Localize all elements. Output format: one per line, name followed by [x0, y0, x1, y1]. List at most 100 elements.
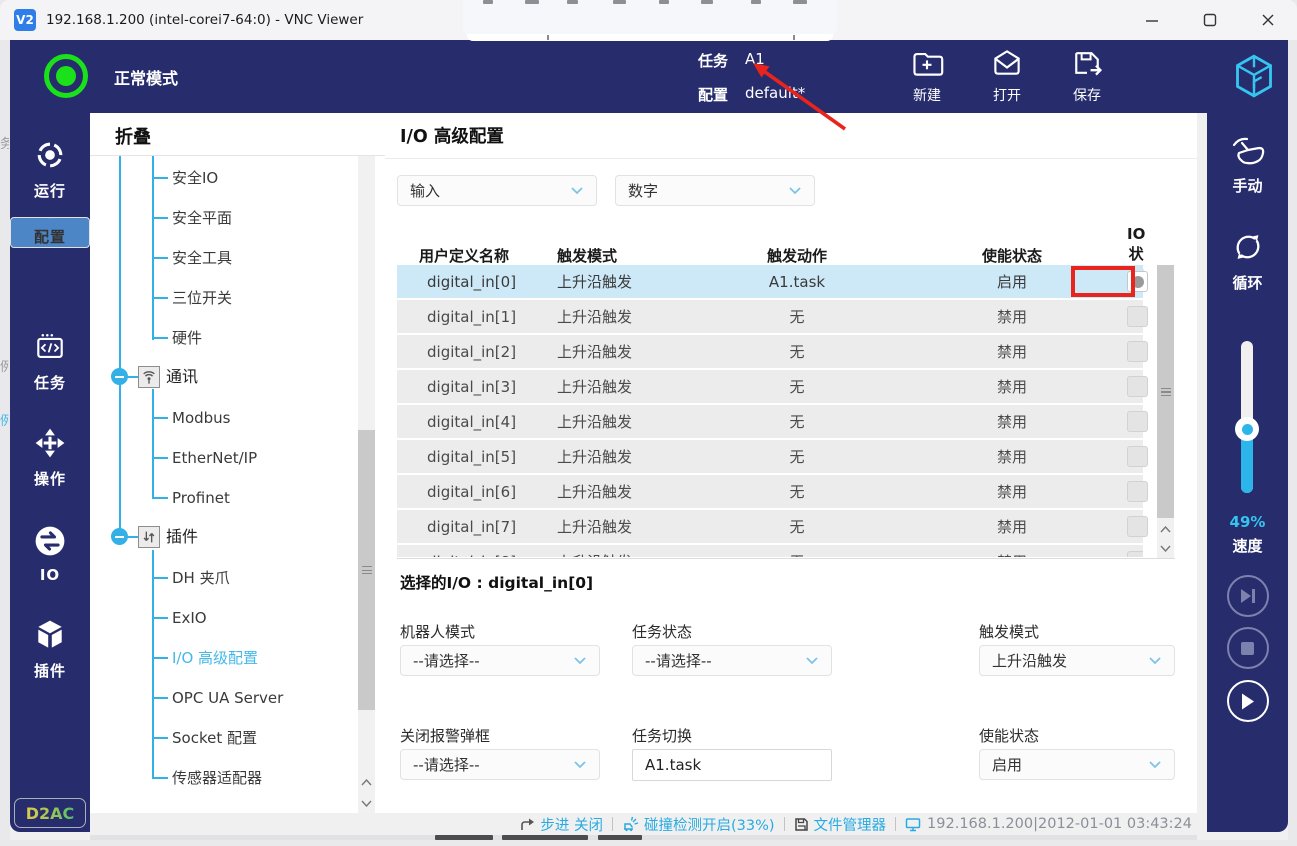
stop-button[interactable]	[1227, 627, 1269, 669]
config-tree-panel: 折叠 安全IO 安全平面 安全工具 三位开关 硬件 通讯 Modbus E	[90, 113, 385, 813]
separator	[784, 817, 785, 831]
tree-item-io-advanced-config[interactable]: I/O 高级配置	[172, 647, 258, 669]
table-scrollbar-thumb[interactable]	[1157, 265, 1174, 518]
toolbar-icon-fragment	[793, 0, 807, 4]
io-advanced-config-panel: I/O 高级配置 输入 数字 用户定义名称 触发模式 触发动作 使能状态 IO状…	[385, 113, 1197, 813]
robot-mode-select[interactable]: --请选择--	[400, 645, 600, 676]
collision-detection-status[interactable]: 碰撞检测开启(33%)	[622, 814, 775, 835]
io-state-indicator-off	[1127, 551, 1143, 557]
open-button[interactable]: 打开	[972, 46, 1042, 105]
enable-state-select[interactable]: 启用	[979, 749, 1175, 780]
table-row[interactable]: digital_in[1] 上升沿触发 无 禁用	[397, 300, 1143, 333]
chevron-down-icon	[570, 186, 584, 195]
tree-collapse-header[interactable]: 折叠	[115, 123, 151, 149]
table-row[interactable]: digital_in[3] 上升沿触发 无 禁用	[397, 370, 1143, 403]
table-row[interactable]: digital_in[6] 上升沿触发 无 禁用	[397, 475, 1143, 508]
speed-slider-handle[interactable]	[1235, 417, 1259, 441]
config-row: 配置 default*	[698, 84, 805, 105]
save-button[interactable]: 保存	[1052, 46, 1122, 105]
play-icon	[1239, 692, 1256, 711]
plugin-sliders-icon	[138, 526, 160, 548]
collapse-node-icon[interactable]	[111, 528, 128, 545]
step-forward-button[interactable]	[1227, 575, 1269, 617]
tree-item-three-position-switch[interactable]: 三位开关	[172, 287, 232, 309]
tree-item-hardware[interactable]: 硬件	[172, 327, 202, 349]
nav-item-io[interactable]: IO	[10, 505, 90, 601]
speed-slider[interactable]	[1241, 341, 1253, 493]
io-state-indicator-off	[1127, 341, 1148, 362]
chevron-down-icon	[1148, 656, 1162, 665]
table-row[interactable]: digital_in[7] 上升沿触发 无 禁用	[397, 510, 1143, 543]
play-button[interactable]	[1227, 680, 1269, 722]
config-value: default*	[745, 84, 805, 105]
tree-node-comm[interactable]: 通讯	[166, 366, 198, 388]
nav-item-task[interactable]: 任务	[10, 313, 90, 409]
nav-item-plugin[interactable]: 插件	[10, 601, 90, 697]
collapse-node-icon[interactable]	[111, 368, 128, 385]
table-row-partial[interactable]: digital_in[8] 上升沿触发 无 禁用	[397, 545, 1143, 557]
tree-node-plugin[interactable]: 插件	[166, 526, 198, 548]
manual-mode-button[interactable]: 手动	[1207, 135, 1288, 196]
comm-antenna-icon	[138, 366, 160, 388]
tree-scroll-up-button[interactable]	[358, 773, 375, 792]
background-text-fragment: 例	[0, 410, 9, 429]
maximize-button[interactable]	[1181, 0, 1239, 40]
task-status-select[interactable]: --请选择--	[632, 645, 832, 676]
d2ac-button[interactable]: D2AC	[14, 798, 86, 828]
tree-item-opc-ua-server[interactable]: OPC UA Server	[172, 687, 283, 709]
io-state-indicator-off	[1127, 481, 1148, 502]
loop-mode-button[interactable]: 循环	[1207, 228, 1288, 293]
close-alarm-select[interactable]: --请选择--	[400, 749, 600, 780]
nav-item-config[interactable]: 配置	[10, 217, 90, 248]
gear-icon	[32, 218, 68, 219]
run-icon	[32, 137, 68, 173]
tree-item-profinet[interactable]: Profinet	[172, 487, 230, 509]
step-mode-status[interactable]: 步进 关闭	[519, 814, 603, 835]
chevron-down-icon	[1148, 760, 1162, 769]
connection-info: 192.168.1.200|2012-01-01 03:43:24	[905, 816, 1192, 832]
signal-type-select[interactable]: 数字	[615, 175, 815, 206]
col-header-enable: 使能状态	[897, 245, 1127, 266]
tree-item-socket-config[interactable]: Socket 配置	[172, 727, 257, 749]
io-sync-icon	[32, 523, 68, 559]
speed-value: 49%	[1207, 513, 1288, 531]
trigger-mode-select[interactable]: 上升沿触发	[979, 645, 1175, 676]
io-state-indicator-off	[1127, 411, 1148, 432]
separator	[612, 817, 613, 831]
tree-item-sensor-adapter[interactable]: 传感器适配器	[172, 767, 262, 789]
tree-item-exio[interactable]: ExIO	[172, 607, 207, 629]
task-switch-input[interactable]: A1.task	[632, 749, 832, 781]
new-button[interactable]: 新建	[892, 46, 962, 105]
remote-screen: 正常模式 任务 A1 配置 default* 新建 打开	[10, 40, 1288, 840]
chevron-down-icon	[361, 800, 372, 807]
nav-item-run[interactable]: 运行	[10, 121, 90, 217]
table-row[interactable]: digital_in[2] 上升沿触发 无 禁用	[397, 335, 1143, 368]
cycle-icon	[1229, 228, 1267, 266]
tree-item-modbus[interactable]: Modbus	[172, 407, 230, 429]
table-scroll-up-button[interactable]	[1157, 520, 1174, 539]
io-direction-select[interactable]: 输入	[397, 175, 597, 206]
tree-item-safety-plane[interactable]: 安全平面	[172, 207, 232, 229]
stop-icon	[1240, 641, 1255, 656]
table-row[interactable]: digital_in[5] 上升沿触发 无 禁用	[397, 440, 1143, 473]
table-scroll-down-button[interactable]	[1157, 539, 1174, 558]
tree-item-safety-io[interactable]: 安全IO	[172, 167, 218, 189]
nav-item-operate[interactable]: 操作	[10, 409, 90, 505]
tree-item-dh-gripper[interactable]: DH 夹爪	[172, 567, 230, 589]
tree-item-safety-tool[interactable]: 安全工具	[172, 247, 232, 269]
minimize-button[interactable]	[1123, 0, 1181, 40]
io-state-indicator-off	[1127, 376, 1148, 397]
close-button[interactable]	[1239, 0, 1297, 40]
task-label: 任务	[698, 50, 728, 71]
table-row[interactable]: digital_in[0] 上升沿触发 A1.task 启用	[397, 265, 1143, 298]
background-text-fragment: 例	[0, 356, 9, 375]
page-title: I/O 高级配置	[400, 123, 504, 148]
vnc-toolbar-tab[interactable]	[463, 0, 837, 36]
io-state-indicator-on	[1127, 271, 1148, 292]
file-manager-button[interactable]: 文件管理器	[794, 814, 887, 835]
tree-scrollbar-thumb[interactable]	[358, 430, 375, 710]
tree-item-ethernet-ip[interactable]: EtherNet/IP	[172, 447, 257, 469]
chevron-down-icon	[788, 186, 802, 195]
table-row[interactable]: digital_in[4] 上升沿触发 无 禁用	[397, 405, 1143, 438]
tree-scroll-down-button[interactable]	[358, 794, 375, 813]
